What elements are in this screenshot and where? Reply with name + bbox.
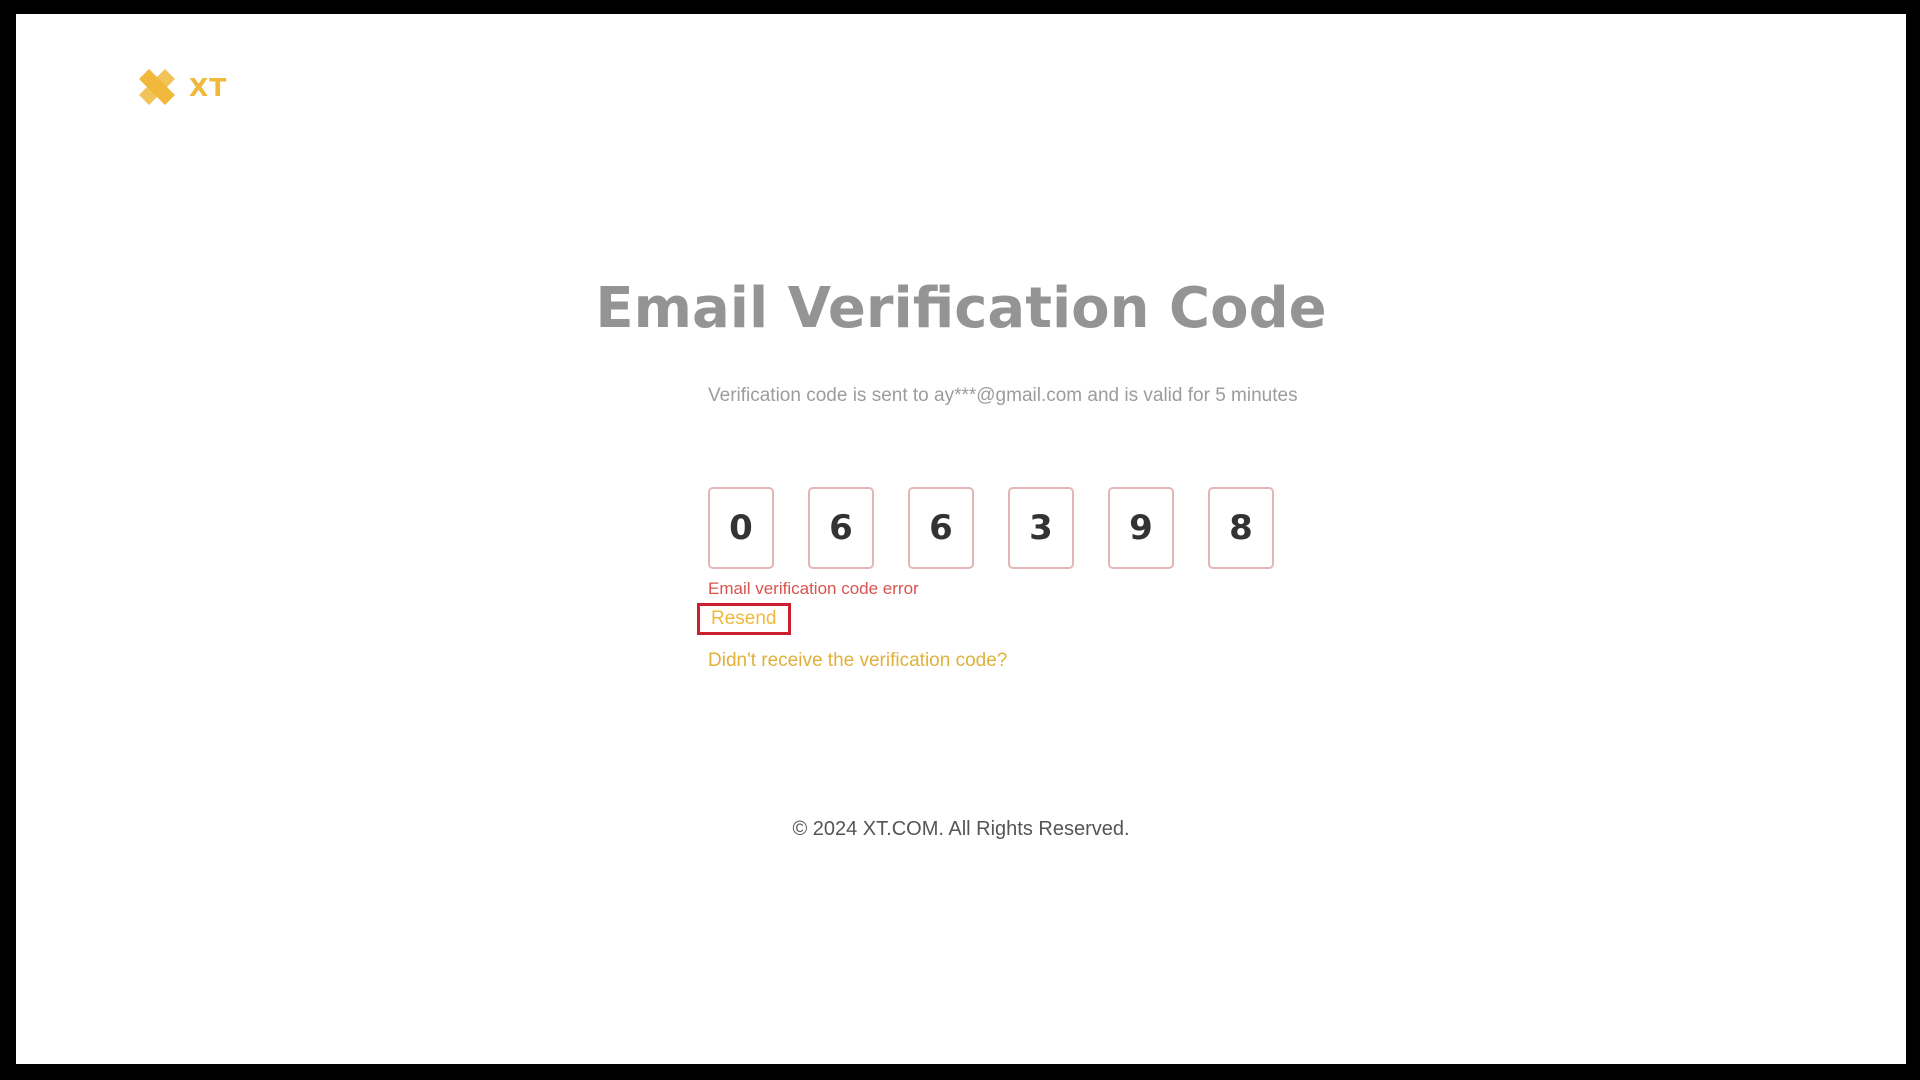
xt-logo-text: XT <box>189 72 228 102</box>
page-title: Email Verification Code <box>595 276 1327 341</box>
error-message: Email verification code error <box>708 579 919 598</box>
code-digit-3[interactable]: 6 <box>908 487 974 569</box>
code-digit-5[interactable]: 9 <box>1108 487 1174 569</box>
verification-description: Verification code is sent to ay***@gmail… <box>708 385 1298 406</box>
verification-page: XT Email Verification Code Verification … <box>16 14 1906 1064</box>
code-digit-4[interactable]: 3 <box>1008 487 1074 569</box>
code-input-group: 0 6 6 3 9 8 <box>708 487 1274 569</box>
no-code-help-link[interactable]: Didn't receive the verification code? <box>708 650 1007 672</box>
xt-logo[interactable]: XT <box>135 65 227 109</box>
resend-button[interactable]: Resend <box>697 603 791 635</box>
code-digit-2[interactable]: 6 <box>808 487 874 569</box>
footer-copyright: © 2024 XT.COM. All Rights Reserved. <box>792 818 1130 840</box>
xt-logo-icon <box>135 65 179 109</box>
code-digit-6[interactable]: 8 <box>1208 487 1274 569</box>
code-digit-1[interactable]: 0 <box>708 487 774 569</box>
